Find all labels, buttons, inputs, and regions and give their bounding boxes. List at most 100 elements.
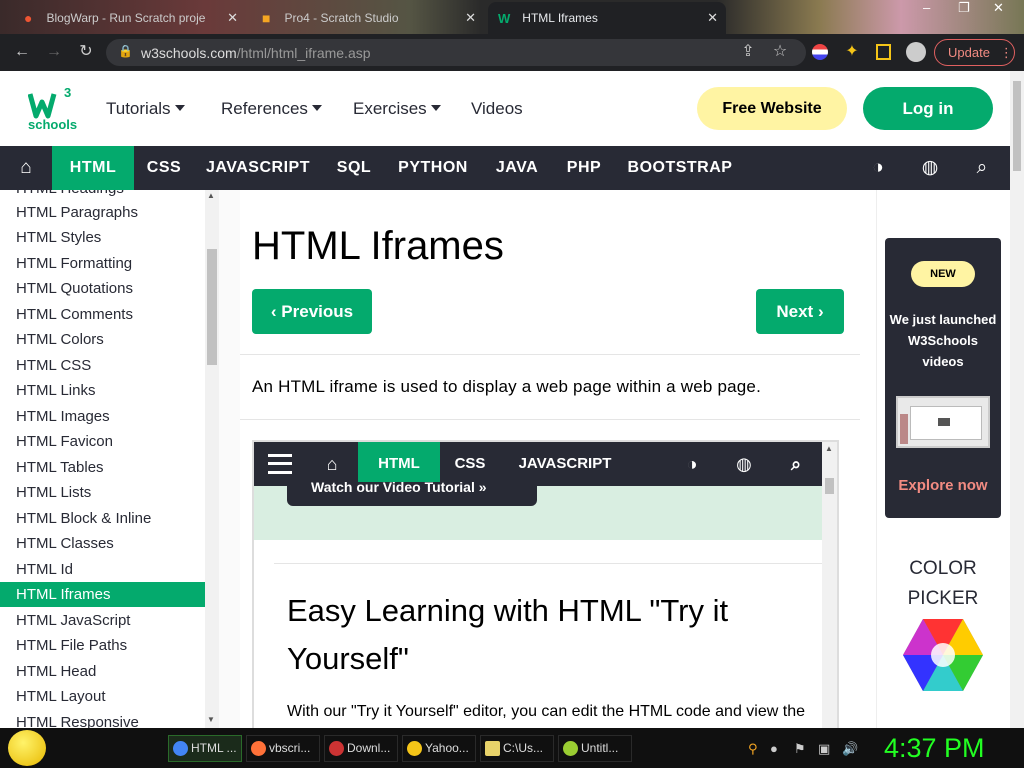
previous-button[interactable]: ‹ Previous — [252, 289, 372, 334]
taskbar-item[interactable]: C:\Us... — [480, 735, 554, 762]
start-smiley-icon[interactable] — [8, 730, 46, 766]
close-tab-icon[interactable]: ✕ — [465, 10, 476, 26]
taskbar-item[interactable]: Downl... — [324, 735, 398, 762]
sidebar-scroll-thumb[interactable] — [207, 249, 217, 365]
extension-flag-icon[interactable] — [812, 44, 828, 60]
logo-text: schools — [28, 117, 78, 132]
nav-tutorials[interactable]: Tutorials — [106, 99, 185, 119]
taskbar-item[interactable]: Yahoo... — [402, 735, 476, 762]
status-tray-icon[interactable]: ● — [770, 741, 778, 756]
color-wheel-icon[interactable] — [903, 619, 983, 691]
color-picker-heading[interactable]: COLOR PICKER — [885, 554, 1001, 614]
sidebar-item[interactable]: HTML Quotations — [0, 276, 205, 301]
sidebar-item[interactable]: HTML Images — [0, 404, 205, 429]
forward-icon[interactable]: → — [42, 42, 66, 62]
taskbar-clock[interactable]: 4:37 PM — [884, 733, 985, 764]
reload-icon[interactable]: ↻ — [74, 42, 98, 62]
minimize-icon[interactable]: – — [923, 0, 930, 15]
browser-tab-active[interactable]: W HTML Iframes ✕ — [488, 2, 726, 34]
topnav-bootstrap[interactable]: BOOTSTRAP — [614, 146, 746, 190]
globe-icon[interactable]: ◍ — [724, 442, 764, 486]
iframe-example[interactable]: ⌂ HTML CSS JAVASCRIPT ◑ ◍ ⌕ Watch our Vi… — [252, 440, 839, 728]
close-tab-icon[interactable]: ✕ — [707, 10, 718, 26]
topnav-css[interactable]: CSS — [134, 146, 194, 190]
globe-icon[interactable]: ◍ — [908, 146, 952, 190]
topnav-php[interactable]: PHP — [554, 146, 614, 190]
nav-videos[interactable]: Videos — [471, 99, 523, 119]
sidebar-item[interactable]: HTML CSS — [0, 353, 205, 378]
topnav-sql[interactable]: SQL — [322, 146, 386, 190]
maximize-icon[interactable]: ❐ — [958, 0, 970, 16]
sidebar-item[interactable]: HTML Head — [0, 659, 205, 684]
browser-tab[interactable]: ● BlogWarp - Run Scratch proje ✕ — [14, 2, 246, 34]
side-panel-icon[interactable] — [876, 44, 891, 60]
search-tray-icon[interactable]: ⚲ — [748, 741, 758, 757]
back-icon[interactable]: ← — [10, 42, 34, 62]
sidebar-item[interactable]: HTML JavaScript — [0, 608, 205, 633]
sidebar-item[interactable]: HTML Block & Inline — [0, 506, 205, 531]
flag-tray-icon[interactable]: ⚑ — [794, 741, 806, 757]
sidebar-item[interactable]: HTML Styles — [0, 225, 205, 250]
nav-exercises[interactable]: Exercises — [353, 99, 441, 119]
right-column-border — [876, 190, 877, 728]
taskbar-item[interactable]: Untitl... — [558, 735, 632, 762]
next-button[interactable]: Next › — [756, 289, 844, 334]
topnav-javascript[interactable]: JAVASCRIPT — [194, 146, 322, 190]
sidebar-item[interactable]: HTML Favicon — [0, 429, 205, 454]
sidebar-item[interactable]: HTML Tables — [0, 455, 205, 480]
theme-toggle-icon[interactable]: ◑ — [856, 146, 900, 190]
close-tab-icon[interactable]: ✕ — [227, 10, 238, 26]
iframe-nav-javascript[interactable]: JAVASCRIPT — [504, 442, 626, 486]
home-icon[interactable]: ⌂ — [4, 146, 48, 190]
taskbar-item[interactable]: HTML ... — [168, 735, 242, 762]
login-button[interactable]: Log in — [863, 87, 993, 130]
topnav-java[interactable]: JAVA — [480, 146, 554, 190]
topnav-python[interactable]: PYTHON — [386, 146, 480, 190]
sidebar-item[interactable]: HTML Colors — [0, 327, 205, 352]
sidebar-item[interactable]: HTML Formatting — [0, 251, 205, 276]
scroll-down-icon[interactable]: ▼ — [207, 715, 215, 724]
sidebar-item[interactable]: HTML Id — [0, 557, 205, 582]
menu-icon[interactable] — [268, 454, 292, 474]
update-button[interactable]: Update ⋮ — [934, 39, 1015, 66]
video-tutorial-button[interactable]: Watch our Video Tutorial » — [287, 482, 537, 506]
iframe-scroll-thumb[interactable] — [825, 478, 834, 494]
sidebar-item-active[interactable]: HTML Iframes — [0, 582, 205, 607]
page-scrollbar[interactable] — [1010, 71, 1024, 728]
sidebar-item[interactable]: HTML Links — [0, 378, 205, 403]
search-icon[interactable]: ⌕ — [776, 442, 816, 486]
nav-references[interactable]: References — [221, 99, 322, 119]
share-icon[interactable]: ⇪ — [736, 42, 760, 62]
video-thumbnail-image[interactable] — [896, 396, 990, 448]
sidebar-item[interactable]: HTML File Paths — [0, 633, 205, 658]
taskbar-item[interactable]: vbscri... — [246, 735, 320, 762]
sidebar-item[interactable]: HTML Lists — [0, 480, 205, 505]
chevron-right-icon: › — [813, 302, 824, 321]
iframe-heading: Easy Learning with HTML "Try it Yourself… — [287, 593, 729, 676]
iframe-nav-css[interactable]: CSS — [442, 442, 498, 486]
content-gutter — [219, 190, 240, 728]
free-website-button[interactable]: Free Website — [697, 87, 847, 130]
browser-tab[interactable]: ■ Pro4 - Scratch Studio ✕ — [252, 2, 484, 34]
scroll-up-icon[interactable]: ▲ — [825, 444, 833, 453]
search-icon[interactable]: ⌕ — [960, 146, 1004, 190]
extensions-puzzle-icon[interactable]: ✦ — [840, 42, 864, 62]
iframe-nav-html[interactable]: HTML — [358, 442, 440, 486]
profile-avatar-icon[interactable] — [906, 42, 926, 62]
network-tray-icon[interactable]: ▣ — [818, 741, 830, 757]
close-window-icon[interactable]: ✕ — [993, 0, 1004, 16]
sidebar-item[interactable]: HTML Responsive — [0, 710, 205, 728]
sidebar-item[interactable]: HTML Layout — [0, 684, 205, 709]
notepad-icon — [485, 741, 500, 756]
theme-toggle-icon[interactable]: ◑ — [672, 442, 712, 486]
home-icon[interactable]: ⌂ — [310, 442, 354, 486]
sidebar-item[interactable]: HTML Paragraphs — [0, 200, 205, 225]
sidebar-item[interactable]: HTML Comments — [0, 302, 205, 327]
chrome-icon — [173, 741, 188, 756]
scroll-up-icon[interactable]: ▲ — [207, 191, 215, 200]
explore-now-link[interactable]: Explore now — [885, 477, 1001, 494]
volume-tray-icon[interactable]: 🔊 — [842, 741, 858, 757]
sidebar-item[interactable]: HTML Classes — [0, 531, 205, 556]
topnav-html[interactable]: HTML — [52, 146, 134, 190]
bookmark-star-icon[interactable]: ☆ — [768, 42, 792, 62]
